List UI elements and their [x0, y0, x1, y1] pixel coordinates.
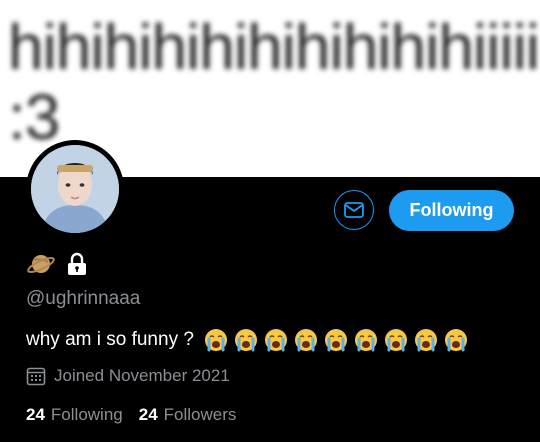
profile-bio: why am i so funny ?: [26, 328, 468, 352]
joined-text: Joined November 2021: [54, 366, 230, 385]
loudly-crying-face-icon: [354, 329, 377, 352]
followers-label: Followers: [163, 405, 237, 424]
following-button[interactable]: Following: [389, 190, 514, 231]
loudly-crying-face-icon: [324, 329, 347, 352]
loudly-crying-face-icon: [444, 329, 467, 352]
avatar[interactable]: [26, 140, 124, 238]
loudly-crying-face-icon: [264, 329, 287, 352]
profile-handle: @ughrinnaaa: [26, 288, 141, 309]
following-count: 24: [26, 405, 45, 424]
bio-emoji-row: [198, 328, 468, 352]
calendar-icon: [26, 367, 46, 386]
loudly-crying-face-icon: [384, 329, 407, 352]
followers-count: 24: [138, 405, 158, 424]
follow-stats: 24 Following 24 Followers: [26, 405, 236, 425]
lock-icon: [68, 252, 86, 275]
ringed-planet-icon: [27, 255, 55, 273]
loudly-crying-face-icon: [294, 329, 317, 352]
bio-text: why am i so funny ?: [26, 329, 194, 350]
envelope-icon: [344, 202, 364, 218]
following-stat[interactable]: 24 Following: [26, 405, 123, 425]
banner-text: hihihihihihihihihihiiiii :3: [8, 11, 540, 153]
loudly-crying-face-icon: [234, 329, 257, 352]
avatar-image: [31, 145, 119, 233]
message-button[interactable]: [334, 190, 374, 230]
loudly-crying-face-icon: [204, 329, 227, 352]
join-date: Joined November 2021: [26, 366, 230, 386]
loudly-crying-face-icon: [414, 329, 437, 352]
followers-stat[interactable]: 24 Followers: [139, 405, 237, 425]
following-label: Following: [50, 405, 123, 424]
display-name: [26, 250, 88, 278]
